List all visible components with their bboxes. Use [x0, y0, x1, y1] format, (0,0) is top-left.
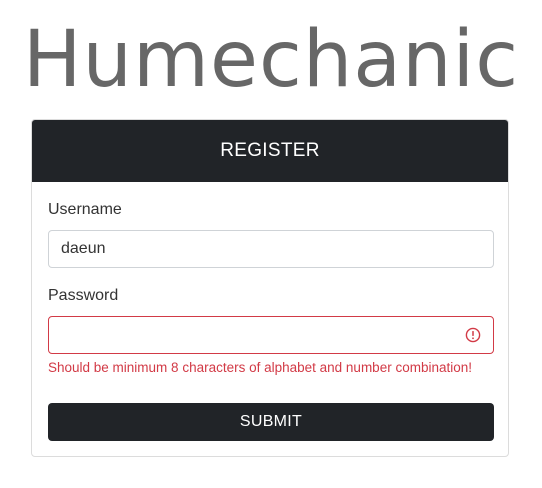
submit-button[interactable]: SUBMIT — [48, 403, 494, 441]
register-card: REGISTER Username Password Should be min… — [31, 119, 509, 457]
password-error-message: Should be minimum 8 characters of alphab… — [48, 360, 472, 375]
brand-title: Humechanic — [22, 15, 520, 105]
card-header: REGISTER — [32, 120, 508, 182]
password-label: Password — [48, 287, 119, 304]
register-page: Humechanic REGISTER Username Password Sh… — [0, 0, 542, 488]
exclamation-circle-icon — [465, 327, 481, 343]
card-header-title: REGISTER — [220, 140, 320, 161]
username-input[interactable] — [48, 230, 494, 268]
password-input[interactable] — [48, 316, 494, 354]
username-label: Username — [48, 201, 122, 218]
